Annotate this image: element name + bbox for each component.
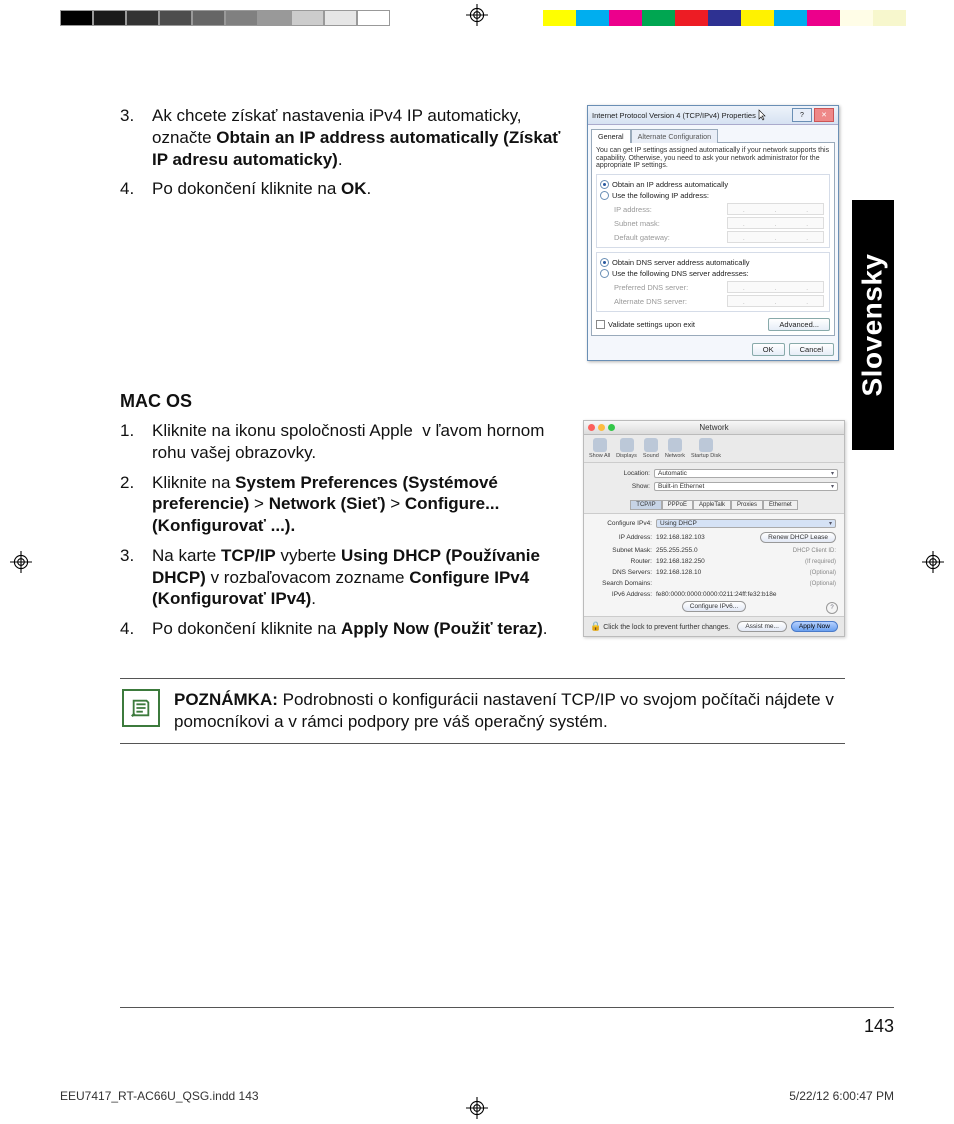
mac-dialog-title: Network [699, 423, 728, 432]
tab-general[interactable]: General [591, 129, 631, 143]
registration-mark-icon [922, 551, 944, 573]
color-bar [543, 10, 906, 26]
renew-dhcp-button[interactable]: Renew DHCP Lease [760, 532, 836, 543]
toolbar-item[interactable]: Sound [643, 438, 659, 459]
mac-tab[interactable]: Ethernet [763, 500, 798, 510]
toolbar-item[interactable]: Network [665, 438, 685, 459]
footer-rule [120, 1007, 894, 1008]
radio-dns-auto[interactable] [600, 258, 609, 267]
registration-mark-icon [10, 551, 32, 573]
mac-tab[interactable]: TCP/IP [630, 500, 661, 510]
mac-field-row: Search Domains:(Optional) [586, 578, 842, 589]
mac-network-dialog: Network Show All Displays Sound Network Star… [583, 420, 845, 637]
disabled-field: Preferred DNS server:... [600, 280, 826, 294]
mac-tab[interactable]: Proxies [731, 500, 763, 510]
mac-field-row: DNS Servers:192.168.128.10(Optional) [586, 567, 842, 578]
validate-checkbox[interactable] [596, 320, 605, 329]
toolbar-item[interactable]: Displays [616, 438, 637, 459]
registration-mark-icon [466, 4, 488, 26]
toolbar-item[interactable]: Show All [589, 438, 610, 459]
tab-alternate[interactable]: Alternate Configuration [631, 129, 719, 143]
radio-ip-manual[interactable] [600, 191, 609, 200]
slug-timestamp: 5/22/12 6:00:47 PM [789, 1089, 894, 1103]
mac-field-row: IPv6 Address:fe80:0000:0000:0000:0211:24… [586, 589, 842, 600]
step-item: 4.Po dokončení kliknite na Apply Now (Po… [120, 618, 571, 640]
cursor-icon [758, 109, 767, 121]
language-tab: Slovensky [852, 200, 894, 450]
disabled-field: Subnet mask:... [600, 216, 826, 230]
advanced-button[interactable]: Advanced... [768, 318, 830, 331]
lock-icon[interactable]: 🔒 [590, 621, 601, 631]
disabled-field: IP address:... [600, 202, 826, 216]
page-number: 143 [864, 1016, 894, 1037]
show-select[interactable]: Built-in Ethernet [654, 482, 838, 491]
radio-dns-manual[interactable] [600, 269, 609, 278]
note-text: POZNÁMKA: Podrobnosti o konfigurácii nas… [174, 689, 843, 733]
mac-field-row: IP Address:192.168.182.103Renew DHCP Lea… [586, 530, 842, 545]
step-item: 2.Kliknite na System Preferences (Systém… [120, 472, 571, 537]
apply-now-button[interactable]: Apply Now [791, 621, 838, 632]
step-item: 3.Ak chcete získať nastavenia iPv4 IP au… [120, 105, 575, 170]
step-item: 3.Na karte TCP/IP vyberte Using DHCP (Po… [120, 545, 571, 610]
radio-ip-auto[interactable] [600, 180, 609, 189]
configure-ipv4-select[interactable]: Using DHCP [656, 519, 836, 528]
assist-button[interactable]: Assist me... [737, 621, 787, 632]
help-button[interactable]: ? [792, 108, 812, 122]
dialog-description: You can get IP settings assigned automat… [596, 147, 830, 170]
configure-ipv6-button[interactable]: Configure IPv6... [682, 601, 746, 612]
windows-ipv4-dialog: Internet Protocol Version 4 (TCP/IPv4) P… [587, 105, 839, 361]
traffic-lights[interactable] [588, 424, 615, 431]
close-button[interactable]: ✕ [814, 108, 834, 122]
step-item: 4.Po dokončení kliknite na OK. [120, 178, 575, 200]
grayscale-bar [60, 10, 390, 26]
macos-heading: MAC OS [120, 391, 845, 412]
mac-tab[interactable]: PPPoE [662, 500, 693, 510]
dialog-title: Internet Protocol Version 4 (TCP/IPv4) P… [592, 111, 756, 120]
disabled-field: Default gateway:... [600, 230, 826, 244]
slug-file: EEU7417_RT-AC66U_QSG.indd 143 [60, 1089, 259, 1103]
mac-field-row: Router:192.168.182.250(If required) [586, 556, 842, 567]
mac-tab[interactable]: AppleTalk [693, 500, 731, 510]
mac-field-row: Subnet Mask:255.255.255.0DHCP Client ID: [586, 545, 842, 556]
location-select[interactable]: Automatic [654, 469, 838, 478]
ok-button[interactable]: OK [752, 343, 785, 356]
help-icon[interactable]: ? [826, 602, 838, 614]
toolbar-item[interactable]: Startup Disk [691, 438, 721, 459]
note-icon [122, 689, 160, 727]
step-item: 1.Kliknite na ikonu spoločnosti Apple v … [120, 420, 571, 464]
cancel-button[interactable]: Cancel [789, 343, 834, 356]
disabled-field: Alternate DNS server:... [600, 294, 826, 308]
